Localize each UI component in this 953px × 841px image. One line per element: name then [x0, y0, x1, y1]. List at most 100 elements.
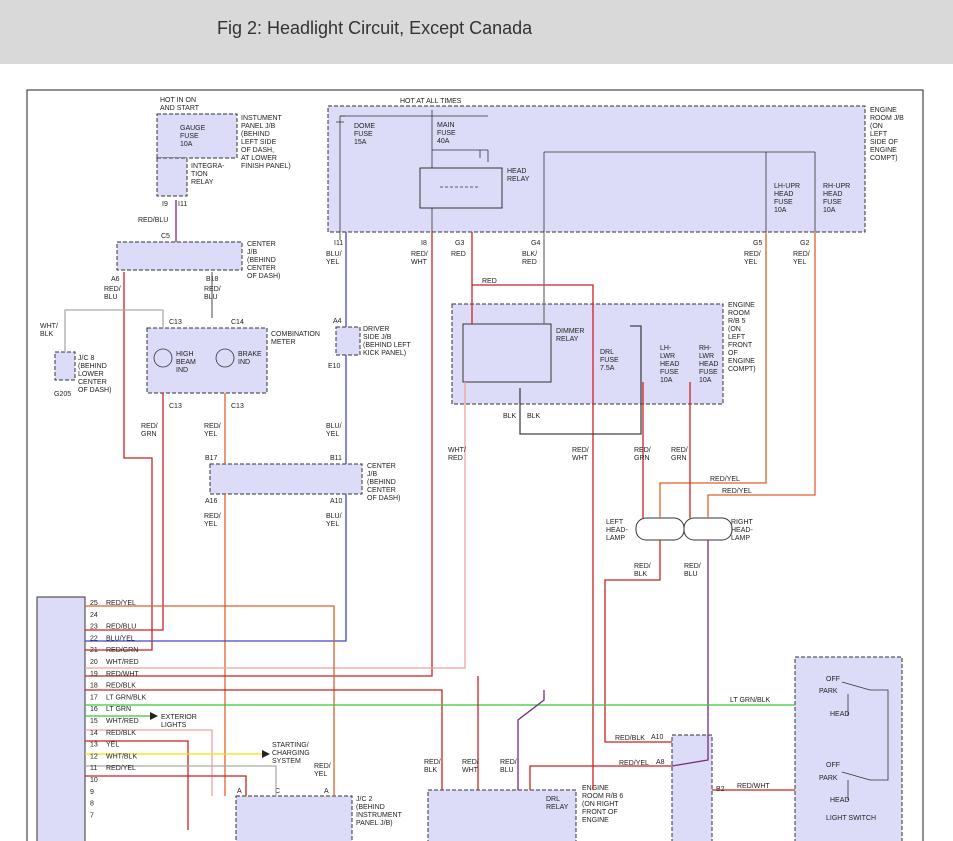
wire-label-red-blu-a6: RED/BLU: [104, 286, 121, 301]
pin-number: 12: [90, 753, 98, 760]
wire-label-red-yel-5: RED/YEL: [314, 763, 331, 778]
engine-room-jb-label: ENGINE ROOM J/B (ON LEFT SIDE OF ENGINE COMPT): [870, 107, 904, 162]
ls-head-1: HEAD: [830, 711, 849, 718]
pin-number: 19: [90, 671, 98, 678]
ls-park-1: PARK: [819, 688, 838, 695]
center-jb-1-label: CENTER J/B (BEHIND CENTER OF DASH): [247, 241, 280, 280]
right-headlamp: [683, 517, 733, 541]
wire-label-red-blu-4: RED/BLU: [500, 759, 517, 774]
integration-relay-label: INTEGRA-TION RELAY: [191, 163, 225, 186]
connector-c5: C5: [161, 233, 170, 240]
wire-label-red-grn-1: RED/GRN: [141, 423, 158, 438]
wire-label-red-yel-2: RED/YEL: [793, 251, 810, 266]
pin-wire-label: BLU/YEL: [106, 635, 135, 642]
wire-wht-blk: WHT/BLK: [40, 323, 58, 338]
connector-e10: E10: [328, 363, 341, 370]
connector-a10b: A10: [651, 734, 664, 741]
pin-number: 21: [90, 647, 98, 654]
connector-c13b: C13: [169, 403, 182, 410]
hot-at-all-times-label: HOT AT ALL TIMES: [400, 98, 462, 105]
pin-number: 8: [90, 801, 94, 808]
right-headlamp-label: RIGHT HEAD-LAMP: [731, 519, 754, 542]
wire-label-red-wht-3: RED/WHT: [462, 759, 479, 774]
connector-g2: G2: [800, 240, 809, 247]
wire-label-red-blk-h: RED/BLK: [615, 735, 645, 742]
connector-i11: I11: [178, 201, 187, 208]
connector-a4: A4: [333, 318, 342, 325]
engine-room-rb5-label: ENGINE ROOM R/B 5 (ON LEFT FRONT OF ENGINE COMPT…: [728, 302, 756, 373]
instrument-panel-jb-label: INSTUMENT PANEL J/B (BEHIND LEFT SIDE OF DAS…: [241, 115, 291, 170]
pin-number: 16: [90, 706, 98, 713]
wire-label-red-blu-b18: RED/BLU: [204, 286, 221, 301]
connector-g5: G5: [753, 240, 762, 247]
pin-wire-label: RED/WHT: [106, 671, 139, 678]
pin-wire-label: YEL: [106, 742, 119, 749]
pin-number: 9: [90, 789, 94, 796]
pin-number: 13: [90, 742, 98, 749]
jc8-box: [54, 351, 76, 381]
wire-label-blk-red: BLK/RED: [522, 251, 537, 266]
pin-number: 14: [90, 730, 98, 737]
jc8-label: J/C 8 (BEHIND LOWER CENTER OF DASH): [78, 355, 111, 394]
driver-side-jb-label: DRIVER SIDE J/B (BEHIND LEFT KICK PANEL): [363, 326, 412, 357]
pin-wire-label: WHT/RED: [106, 718, 139, 725]
wire-label-lt-grn-blk: LT GRN/BLK: [730, 697, 771, 704]
connector-c13a: C13: [169, 319, 182, 326]
wire-label-red-blu-3: RED/BLU: [684, 563, 701, 578]
wire-red-blu-1: RED/BLU: [138, 217, 168, 224]
wire-label-blu-yel-1: BLU/YEL: [326, 251, 342, 266]
connector-a16: A16: [205, 498, 218, 505]
pin-number: 11: [90, 765, 97, 772]
wire-label-red-1: RED: [451, 251, 466, 258]
wire-label-red-blk-1: RED/BLK: [634, 563, 651, 578]
combination-meter-label: COMBINATION METER: [271, 331, 320, 346]
pin-wire-label: RED/BLK: [106, 683, 136, 690]
wire-label-blu-yel-3: BLU/YEL: [326, 513, 342, 528]
g205-label: G205: [54, 391, 71, 398]
pin-wire-label: LT GRN: [106, 706, 131, 713]
pin-wire-label: RED/BLK: [106, 730, 136, 737]
wire-label-red-yel-1: RED/YEL: [744, 251, 761, 266]
connector-c14: C14: [231, 319, 244, 326]
pin-wire-label: RED/BLU: [106, 624, 136, 631]
pin-wire-label: WHT/BLK: [106, 753, 137, 760]
wire-label-wht-red: WHT/RED: [448, 447, 466, 462]
connector-i9: I9: [162, 201, 168, 208]
wire-label-red-yel-3: RED/YEL: [204, 423, 221, 438]
wire-blk-2: BLK: [527, 413, 541, 420]
pin-number: 17: [90, 694, 98, 701]
jc2-box: [235, 795, 353, 841]
connector-g4: G4: [531, 240, 540, 247]
pin-number: 15: [90, 718, 98, 725]
wire-blk-1: BLK: [503, 413, 517, 420]
wire-label-red-yel-h1: RED/YEL: [710, 476, 740, 483]
wire-label-red-yel-h2: RED/YEL: [722, 488, 752, 495]
wiring-diagram: ENGINE ROOM J/B (ON LEFT SIDE OF ENGINE COMPT)…: [26, 89, 924, 841]
wire-label-red-yel-4: RED/YEL: [204, 513, 221, 528]
connector-a10: A10: [330, 498, 343, 505]
light-switch-box: [794, 656, 903, 841]
dimmer-relay-box: [462, 323, 552, 383]
connector-c13c: C13: [231, 403, 244, 410]
left-headlamp: [635, 517, 685, 541]
pin-wire-label: RED/GRN: [106, 647, 138, 654]
jc2-label: J/C 2 (BEHIND INSTRUMENT PANEL J/B): [356, 796, 403, 827]
driver-side-jb-box: [335, 326, 361, 356]
wire-label-blu-yel-2: BLU/YEL: [326, 423, 342, 438]
wire-label-red-wht-h: RED/WHT: [737, 783, 770, 790]
pin-wire-label: WHT/RED: [106, 659, 139, 666]
connector-a-jc2a: A: [237, 788, 242, 795]
connector-b17: B17: [205, 455, 218, 462]
pin-number: 10: [90, 777, 98, 784]
ls-off-2: OFF: [826, 762, 840, 769]
wire-label-red-grn-3: RED/GRN: [671, 447, 688, 462]
connector-i8: I8: [421, 240, 427, 247]
light-switch-label: LIGHT SWITCH: [826, 815, 876, 822]
pin-number: 7: [90, 812, 94, 819]
connector-a8: A8: [656, 759, 665, 766]
pin-wire-label: LT GRN/BLK: [106, 694, 147, 701]
pin-number: 24: [90, 612, 98, 619]
ls-head-2: HEAD: [830, 797, 849, 804]
pin-number: 20: [90, 659, 98, 666]
pin-number: 18: [90, 683, 98, 690]
